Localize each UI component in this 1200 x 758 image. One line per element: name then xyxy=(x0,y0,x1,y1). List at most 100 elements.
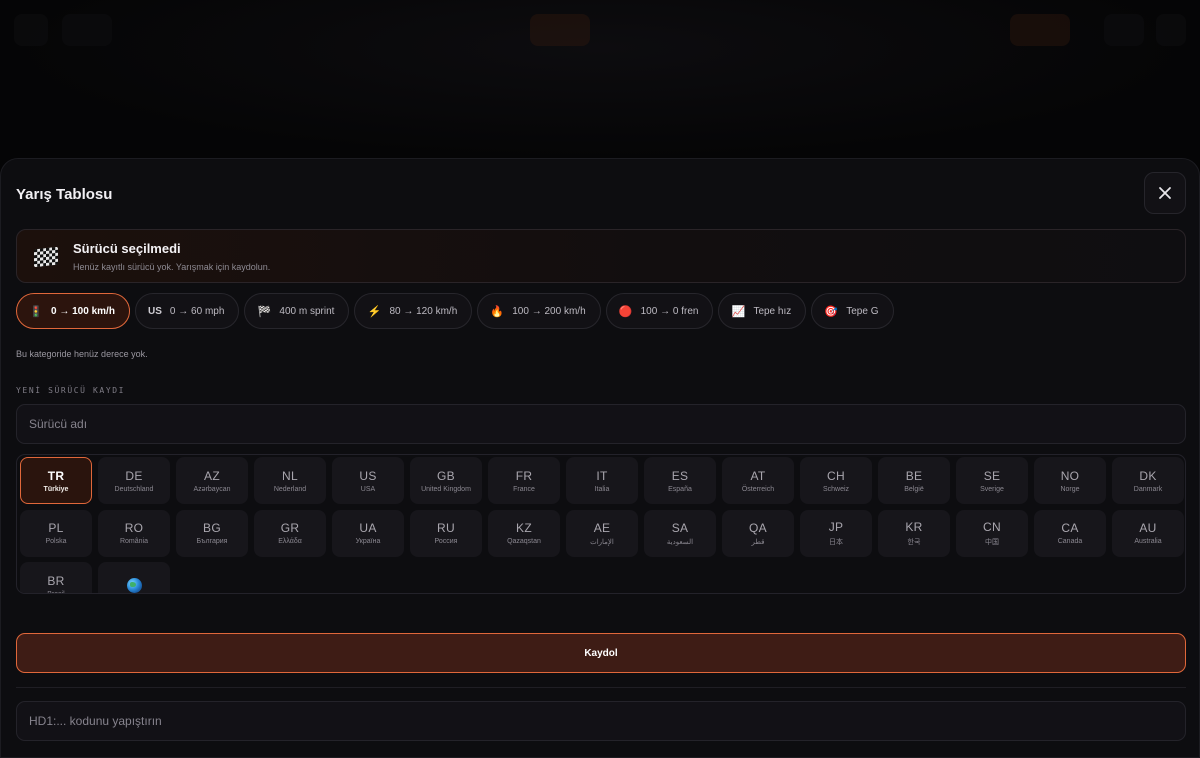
country-option[interactable]: UA Україна xyxy=(332,509,404,557)
divider xyxy=(16,687,1186,688)
country-option[interactable]: KZ Qazaqstan xyxy=(488,509,560,557)
country-option[interactable]: AT Österreich xyxy=(722,457,794,504)
country-name: USA xyxy=(360,485,376,493)
country-code: UA xyxy=(359,521,377,535)
country-name: Schweiz xyxy=(822,485,850,493)
country-code: NL xyxy=(282,468,298,483)
background-icon-blur xyxy=(1156,14,1186,46)
background-menu-blur xyxy=(14,14,48,46)
country-name: Sverige xyxy=(980,485,1004,493)
country-option[interactable]: SE Sverige xyxy=(956,457,1028,504)
country-name: Brasil xyxy=(47,590,65,594)
country-code: FR xyxy=(515,468,533,483)
category-tab[interactable]: 🚦 0 → 100 km/h xyxy=(16,293,130,329)
background-logo-blur xyxy=(62,14,112,46)
country-picker[interactable]: TR Türkiye DE Deutschland AZ Azərbaycan NL Nede… xyxy=(16,454,1186,594)
driver-name-input[interactable] xyxy=(16,404,1186,444)
country-option[interactable]: RU Россия xyxy=(410,509,482,557)
category-tab[interactable]: ⚡ 80 → 120 km/h xyxy=(354,293,473,329)
us-icon: US xyxy=(147,305,162,317)
country-option[interactable]: US USA xyxy=(332,457,404,504)
country-name: 한국 xyxy=(907,538,921,546)
country-name: Norge xyxy=(1060,485,1080,493)
country-option[interactable]: KR 한국 xyxy=(878,509,950,557)
country-option[interactable]: AU Australia xyxy=(1112,509,1184,557)
category-tab[interactable]: 📈 Tepe hız xyxy=(718,293,807,329)
country-code: DK xyxy=(1139,468,1157,483)
category-tab[interactable]: US 0 → 60 mph xyxy=(134,293,240,329)
category-tab[interactable]: 🔥 100 → 200 km/h xyxy=(477,293,601,329)
country-name: Qazaqstan xyxy=(507,538,541,545)
country-name: España xyxy=(668,485,692,493)
country-code: NO xyxy=(1060,468,1080,483)
background-button-blur xyxy=(1104,14,1144,46)
country-option[interactable]: SA السعودية xyxy=(644,509,716,557)
category-tab[interactable]: 🏁 400 m sprint xyxy=(244,293,350,329)
category-tab[interactable]: 🎯 Tepe G xyxy=(811,293,894,329)
country-code: PL xyxy=(48,521,64,535)
country-name: قطر xyxy=(751,538,765,546)
country-option[interactable]: TR Türkiye xyxy=(20,457,92,504)
country-name: Türkiye xyxy=(43,485,69,493)
country-option[interactable]: IT Italia xyxy=(566,457,638,504)
country-option[interactable]: AE الإمارات xyxy=(566,509,638,557)
country-option[interactable]: CN 中国 xyxy=(956,509,1028,557)
close-icon xyxy=(1159,187,1171,199)
country-code: BG xyxy=(203,521,221,535)
country-name: România xyxy=(119,538,148,545)
country-name: 中国 xyxy=(985,538,999,546)
country-option[interactable]: CA Canada xyxy=(1034,509,1106,557)
banner-subtitle: Henüz kayıtlı sürücü yok. Yarışmak için … xyxy=(73,262,271,272)
country-option[interactable]: CH Schweiz xyxy=(800,457,872,504)
country-option[interactable]: BG България xyxy=(176,509,248,557)
country-option[interactable]: AZ Azərbaycan xyxy=(176,457,248,504)
fire-icon: 🔥 xyxy=(490,305,505,318)
country-name: Україна xyxy=(355,538,381,545)
country-name: Danmark xyxy=(1133,485,1163,493)
modal-title: Yarış Tablosu xyxy=(16,186,113,203)
country-option[interactable]: DE Deutschland xyxy=(98,457,170,504)
country-name: Deutschland xyxy=(114,485,154,493)
traffic-light-icon: 🚦 xyxy=(29,305,43,318)
close-button[interactable] xyxy=(1144,172,1186,214)
target-icon: 🎯 xyxy=(824,305,839,318)
country-option[interactable]: BR Brasil xyxy=(20,562,92,594)
country-code: JP xyxy=(828,519,844,534)
country-name: België xyxy=(904,485,924,493)
country-code: RO xyxy=(124,521,144,535)
category-label: 80 → 120 km/h xyxy=(389,305,458,317)
background-badge-blur xyxy=(1010,14,1070,46)
category-tab[interactable]: 🔴 100 → 0 fren xyxy=(605,293,714,329)
country-name: Россия xyxy=(434,538,458,545)
country-option[interactable]: PL Polska xyxy=(20,509,92,557)
leaderboard-modal: Yarış Tablosu Sürücü seçilmedi Henüz kay… xyxy=(0,158,1200,758)
register-button[interactable]: Kaydol xyxy=(16,633,1186,673)
country-code: SA xyxy=(671,520,689,535)
country-option[interactable]: DK Danmark xyxy=(1112,457,1184,504)
country-code: AE xyxy=(593,520,611,535)
code-paste-input[interactable] xyxy=(16,701,1186,741)
chart-icon: 📈 xyxy=(731,305,746,318)
country-option[interactable]: FR France xyxy=(488,457,560,504)
country-option[interactable]: QA قطر xyxy=(722,509,794,557)
country-option[interactable]: GR Ελλάδα xyxy=(254,509,326,557)
country-option[interactable]: NL Nederland xyxy=(254,457,326,504)
category-label: 100 → 0 fren xyxy=(640,305,699,317)
background-title-blur xyxy=(530,14,590,46)
country-option[interactable]: ES España xyxy=(644,457,716,504)
country-name: България xyxy=(196,538,228,545)
country-code: SE xyxy=(983,468,1001,483)
country-option[interactable]: NO Norge xyxy=(1034,457,1106,504)
checkered-flag-icon: 🏁 xyxy=(257,305,272,318)
country-option[interactable]: BE België xyxy=(878,457,950,504)
category-label: Tepe G xyxy=(846,305,879,317)
category-label: Tepe hız xyxy=(753,305,792,317)
banner-title: Sürücü seçilmedi xyxy=(73,241,181,256)
country-option-world[interactable] xyxy=(98,562,170,593)
country-option[interactable]: GB United Kingdom xyxy=(410,457,482,504)
country-code: GB xyxy=(437,468,455,483)
country-option[interactable]: RO România xyxy=(98,509,170,557)
country-code: ES xyxy=(671,468,689,483)
country-option[interactable]: JP 日本 xyxy=(800,509,872,557)
registration-section-title: YENİ SÜRÜCÜ KAYDI xyxy=(16,386,126,395)
